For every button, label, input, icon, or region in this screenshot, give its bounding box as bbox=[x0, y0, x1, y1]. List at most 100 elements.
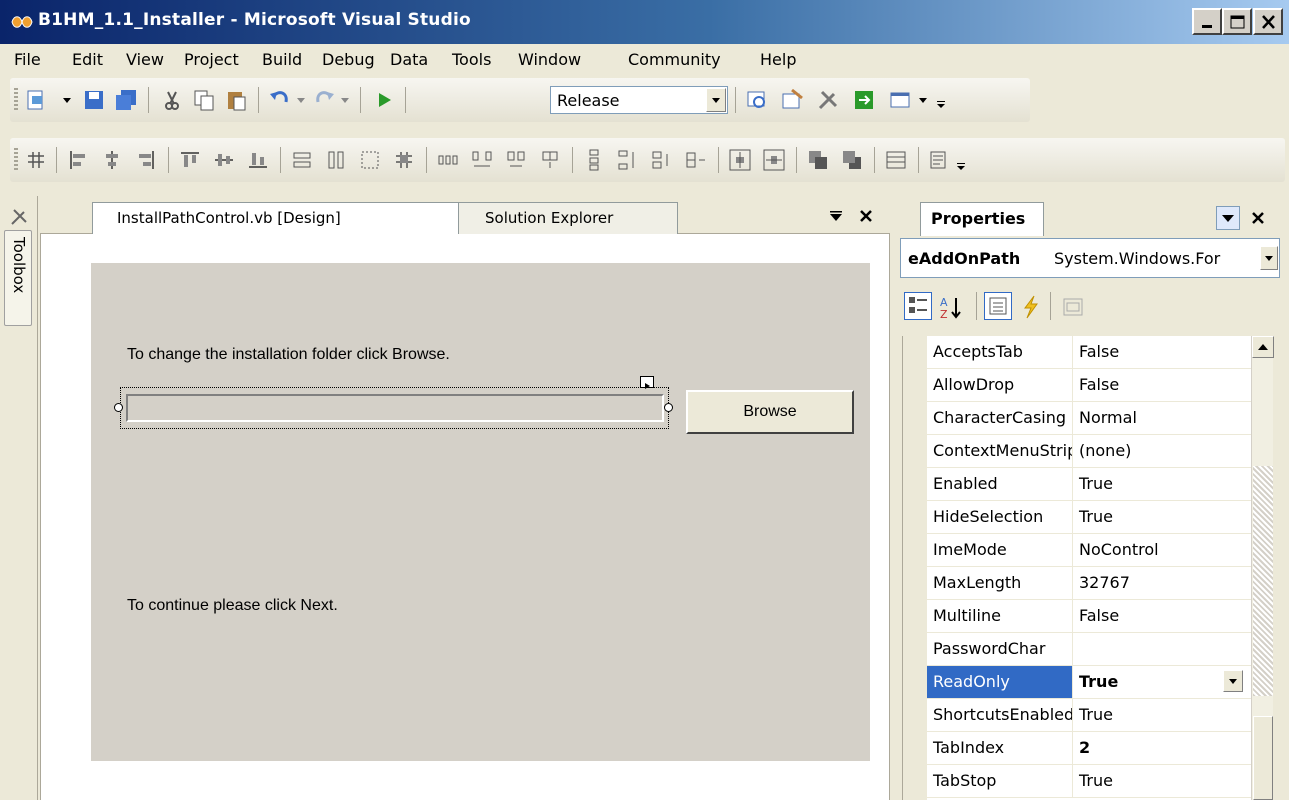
bring-to-front-icon[interactable] bbox=[806, 148, 830, 172]
cut-icon[interactable] bbox=[160, 88, 184, 112]
new-project-icon[interactable] bbox=[24, 88, 48, 112]
vertical-spacing-equal-icon[interactable] bbox=[582, 148, 606, 172]
align-middles-icon[interactable] bbox=[212, 148, 236, 172]
lock-controls-icon[interactable] bbox=[928, 148, 952, 172]
scroll-track[interactable] bbox=[1253, 466, 1273, 696]
close-button[interactable] bbox=[1253, 8, 1283, 35]
continue-label[interactable]: To continue please click Next. bbox=[127, 597, 338, 615]
property-pages-icon[interactable] bbox=[1060, 294, 1086, 320]
property-row[interactable]: PasswordChar bbox=[927, 633, 1272, 666]
configuration-dropdown-button[interactable] bbox=[706, 88, 726, 112]
property-row[interactable]: TabIndex 2 bbox=[927, 732, 1272, 765]
menu-edit[interactable]: Edit bbox=[72, 50, 103, 69]
property-row[interactable]: Enabled True bbox=[927, 468, 1272, 501]
menu-help[interactable]: Help bbox=[760, 50, 796, 69]
events-icon[interactable] bbox=[1020, 294, 1042, 320]
save-icon[interactable] bbox=[82, 88, 106, 112]
paste-icon[interactable] bbox=[224, 88, 248, 112]
menu-build[interactable]: Build bbox=[262, 50, 302, 69]
browse-button[interactable]: Browse bbox=[686, 390, 854, 434]
window-position-button[interactable] bbox=[1216, 206, 1240, 230]
scroll-thumb[interactable] bbox=[1253, 716, 1273, 800]
resize-handle-right[interactable] bbox=[664, 403, 673, 412]
align-bottoms-icon[interactable] bbox=[246, 148, 270, 172]
start-debugging-icon[interactable] bbox=[372, 88, 396, 112]
categorized-button[interactable] bbox=[904, 292, 932, 320]
copy-icon[interactable] bbox=[192, 88, 216, 112]
property-value[interactable]: False bbox=[1079, 375, 1119, 394]
tab-order-icon[interactable] bbox=[884, 148, 908, 172]
decrease-horizontal-spacing-icon[interactable] bbox=[504, 148, 528, 172]
property-row-selected[interactable]: ReadOnly True bbox=[927, 666, 1272, 699]
property-value[interactable]: 2 bbox=[1079, 738, 1090, 757]
tab-design[interactable]: InstallPathControl.vb [Design] bbox=[92, 202, 460, 234]
toolbar-options-icon[interactable] bbox=[954, 148, 968, 172]
properties-view-button[interactable] bbox=[984, 292, 1012, 320]
property-value[interactable]: True bbox=[1079, 672, 1118, 691]
property-grid-scrollbar[interactable] bbox=[1251, 336, 1274, 800]
menu-debug[interactable]: Debug bbox=[322, 50, 375, 69]
find-in-files-icon[interactable] bbox=[745, 88, 769, 112]
horizontal-spacing-equal-icon[interactable] bbox=[436, 148, 460, 172]
property-value[interactable]: NoControl bbox=[1079, 540, 1159, 559]
align-to-grid-icon[interactable] bbox=[24, 148, 48, 172]
property-value[interactable]: 32767 bbox=[1079, 573, 1130, 592]
redo-icon[interactable] bbox=[312, 88, 336, 112]
dropdown-arrow-icon[interactable] bbox=[916, 88, 930, 112]
increase-horizontal-spacing-icon[interactable] bbox=[470, 148, 494, 172]
make-same-width-icon[interactable] bbox=[290, 148, 314, 172]
close-panel-icon[interactable] bbox=[1250, 210, 1266, 226]
alphabetical-sort-icon[interactable]: AZ bbox=[938, 294, 966, 320]
object-selector-dropdown-button[interactable] bbox=[1260, 246, 1278, 270]
window-position-icon[interactable] bbox=[828, 210, 844, 224]
scroll-up-button[interactable] bbox=[1252, 336, 1274, 358]
center-horizontally-icon[interactable] bbox=[728, 148, 752, 172]
align-lefts-icon[interactable] bbox=[66, 148, 90, 172]
menu-community[interactable]: Community bbox=[628, 50, 721, 69]
toolbox-tab[interactable]: Toolbox bbox=[4, 230, 32, 326]
user-control-surface[interactable] bbox=[91, 263, 870, 761]
property-value-dropdown-button[interactable] bbox=[1223, 670, 1243, 692]
minimize-button[interactable] bbox=[1192, 8, 1222, 35]
object-selector[interactable]: eAddOnPath System.Windows.For bbox=[900, 238, 1280, 278]
toolbar-grip[interactable] bbox=[14, 148, 18, 172]
solution-configuration-dropdown[interactable]: Release bbox=[550, 86, 728, 114]
dropdown-arrow-icon[interactable] bbox=[60, 88, 74, 112]
property-row[interactable]: Multiline False bbox=[927, 600, 1272, 633]
property-row[interactable]: ContextMenuStrip (none) bbox=[927, 435, 1272, 468]
property-row[interactable]: HideSelection True bbox=[927, 501, 1272, 534]
save-all-icon[interactable] bbox=[114, 88, 138, 112]
property-value[interactable]: False bbox=[1079, 606, 1119, 625]
align-tops-icon[interactable] bbox=[178, 148, 202, 172]
property-row[interactable]: TabStop True bbox=[927, 765, 1272, 798]
remove-horizontal-spacing-icon[interactable] bbox=[538, 148, 562, 172]
property-value[interactable]: True bbox=[1079, 474, 1113, 493]
property-row[interactable]: ImeMode NoControl bbox=[927, 534, 1272, 567]
send-to-back-icon[interactable] bbox=[840, 148, 864, 172]
center-vertically-icon[interactable] bbox=[762, 148, 786, 172]
smart-tag-glyph[interactable] bbox=[640, 376, 654, 389]
properties-window-icon[interactable] bbox=[780, 88, 804, 112]
make-same-height-icon[interactable] bbox=[324, 148, 348, 172]
property-row[interactable]: ShortcutsEnabled True bbox=[927, 699, 1272, 732]
property-value[interactable]: True bbox=[1079, 507, 1113, 526]
property-value[interactable]: True bbox=[1079, 705, 1113, 724]
menu-view[interactable]: View bbox=[126, 50, 164, 69]
close-document-icon[interactable] bbox=[858, 208, 874, 224]
install-path-textbox[interactable] bbox=[126, 394, 664, 422]
property-row[interactable]: MaxLength 32767 bbox=[927, 567, 1272, 600]
property-row[interactable]: AllowDrop False bbox=[927, 369, 1272, 402]
property-row[interactable]: CharacterCasing Normal bbox=[927, 402, 1272, 435]
align-centers-icon[interactable] bbox=[100, 148, 124, 172]
make-same-size-icon[interactable] bbox=[392, 148, 416, 172]
command-window-icon[interactable] bbox=[888, 88, 912, 112]
size-to-grid-icon[interactable] bbox=[358, 148, 382, 172]
dropdown-arrow-icon[interactable] bbox=[294, 88, 308, 112]
align-rights-icon[interactable] bbox=[134, 148, 158, 172]
menu-window[interactable]: Window bbox=[518, 50, 581, 69]
property-row[interactable]: AcceptsTab False bbox=[927, 336, 1272, 369]
menu-data[interactable]: Data bbox=[390, 50, 428, 69]
install-path-textbox-selection[interactable] bbox=[120, 387, 669, 429]
decrease-vertical-spacing-icon[interactable] bbox=[650, 148, 674, 172]
menu-project[interactable]: Project bbox=[184, 50, 239, 69]
